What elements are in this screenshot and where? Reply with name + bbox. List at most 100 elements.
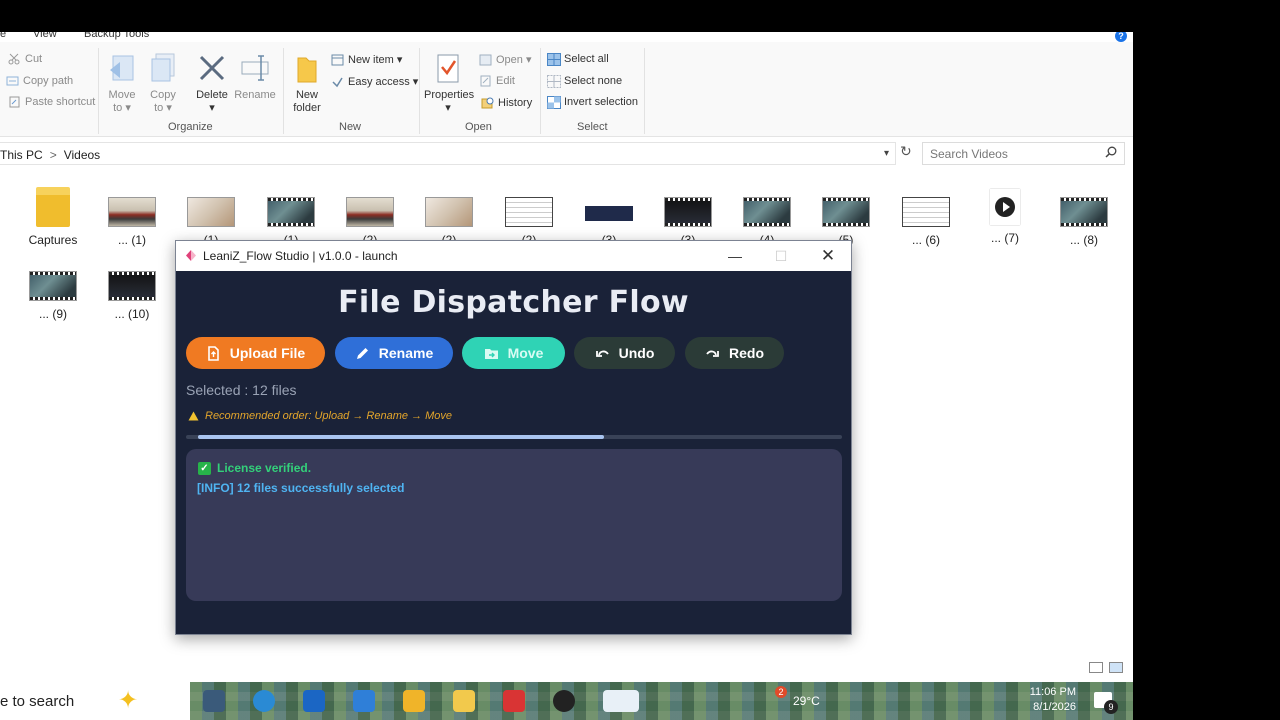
copy-to-button[interactable]: Copy to ▾ xyxy=(145,52,181,115)
notification-icon[interactable]: 9 xyxy=(1094,692,1118,714)
new-folder-button[interactable]: New folder xyxy=(289,52,325,115)
desktop: e View Backup Tools ? Cut Copy path Past… xyxy=(0,0,1280,720)
video-file-item[interactable]: ... (10) xyxy=(97,271,167,321)
history-icon xyxy=(481,97,494,109)
file-label: ... (9) xyxy=(38,307,67,321)
app-icon[interactable] xyxy=(503,690,525,712)
folder-item[interactable]: Captures xyxy=(18,187,88,247)
video-file-item[interactable]: ... (7) xyxy=(970,189,1040,245)
selected-count: Selected : 12 files xyxy=(186,382,297,398)
paste-shortcut-icon xyxy=(8,96,21,108)
upload-file-button[interactable]: Upload File xyxy=(186,337,325,369)
ribbon-divider xyxy=(540,48,541,134)
select-none-label: Select none xyxy=(564,75,623,87)
taskbar-search-text: e to search xyxy=(0,693,75,710)
store-icon[interactable] xyxy=(403,690,425,712)
select-all-icon xyxy=(547,53,561,66)
file-label: ... (10) xyxy=(114,307,150,321)
details-view-icon[interactable] xyxy=(1089,662,1103,673)
refresh-icon[interactable]: ↻ xyxy=(900,143,912,160)
redo-button[interactable]: Redo xyxy=(685,337,784,369)
easy-access-label: Easy access ▾ xyxy=(348,76,419,88)
new-item-button[interactable]: New item ▾ xyxy=(331,53,402,66)
video-thumbnail-icon xyxy=(187,197,235,227)
help-icon[interactable]: ? xyxy=(1115,32,1127,42)
large-icons-view-icon[interactable] xyxy=(1109,662,1123,673)
recommended-order-hint: Recommended order: Upload → Rename → Mov… xyxy=(188,410,452,422)
copy-path-button[interactable]: Copy path xyxy=(6,75,73,87)
open-group-label: Open xyxy=(465,121,492,133)
paste-shortcut-button[interactable]: Paste shortcut xyxy=(8,96,95,108)
properties-button[interactable]: Properties ▾ xyxy=(424,52,474,115)
log-panel: ✓ License verified. [INFO] 12 files succ… xyxy=(186,449,842,601)
video-file-item[interactable]: ... (6) xyxy=(891,197,961,247)
rename-label: Rename xyxy=(378,345,434,361)
select-none-icon xyxy=(547,75,561,88)
app-titlebar[interactable]: LeaniZ_Flow Studio | v1.0.0 - launch — ☐… xyxy=(176,241,851,271)
undo-button[interactable]: Undo xyxy=(574,337,675,369)
paste-shortcut-label: Paste shortcut xyxy=(25,96,96,108)
vscode-icon[interactable] xyxy=(353,690,375,712)
delete-label: Delete ▾ xyxy=(196,89,228,114)
notification-count: 9 xyxy=(1104,700,1118,714)
menu-tab-backup-tools[interactable]: Backup Tools xyxy=(84,32,149,40)
file-explorer-icon[interactable] xyxy=(453,690,475,712)
undo-label: Undo xyxy=(618,345,655,361)
delete-button[interactable]: Delete ▾ xyxy=(194,52,230,115)
video-file-item[interactable]: ... (9) xyxy=(18,271,88,321)
rename-button[interactable]: Rename xyxy=(335,337,453,369)
address-field[interactable]: This PC > Videos ▾ xyxy=(0,142,896,165)
log-line-license: ✓ License verified. xyxy=(198,461,311,475)
clock-date: 8/1/2026 xyxy=(1033,701,1076,713)
select-all-button[interactable]: Select all xyxy=(547,53,609,66)
move-button[interactable]: Move xyxy=(462,337,565,369)
video-thumbnail-icon xyxy=(743,197,791,227)
new-folder-icon xyxy=(291,52,323,86)
app-logo-icon xyxy=(186,250,196,261)
obs-icon[interactable] xyxy=(553,690,575,712)
rename-ribbon-button[interactable]: Rename xyxy=(233,52,277,102)
select-none-button[interactable]: Select none xyxy=(547,75,623,88)
pencil-icon xyxy=(356,347,368,359)
history-label: History xyxy=(498,97,533,109)
taskbar-search[interactable]: e to search ✦ xyxy=(0,682,190,720)
history-button[interactable]: History xyxy=(481,97,532,109)
video-thumbnail-icon xyxy=(664,197,712,227)
breadcrumb-videos[interactable]: Videos xyxy=(64,148,100,162)
search-input[interactable]: Search Videos xyxy=(922,142,1125,165)
delete-x-icon xyxy=(196,52,228,86)
video-thumbnail-icon xyxy=(1060,197,1108,227)
invert-selection-button[interactable]: Invert selection xyxy=(547,96,638,109)
menu-tab-view[interactable]: View xyxy=(33,32,57,40)
log-license-text: License verified. xyxy=(217,461,312,475)
redo-label: Redo xyxy=(729,345,764,361)
ribbon-divider xyxy=(644,48,645,134)
cut-button[interactable]: Cut xyxy=(8,53,42,65)
breadcrumb-this-pc[interactable]: This PC xyxy=(0,148,43,162)
easy-access-button[interactable]: Easy access ▾ xyxy=(331,75,418,88)
video-file-item[interactable]: ... (8) xyxy=(1049,197,1119,247)
file-label: ... (1) xyxy=(117,233,146,247)
edit-button[interactable]: Edit xyxy=(479,75,515,87)
video-thumbnail-icon xyxy=(346,197,394,227)
outlook-icon[interactable] xyxy=(303,690,325,712)
move-to-button[interactable]: Move to ▾ xyxy=(104,52,140,115)
invert-selection-label: Invert selection xyxy=(564,96,638,108)
select-group-label: Select xyxy=(577,121,608,133)
weather-temp[interactable]: 29°C xyxy=(793,694,820,708)
video-file-item[interactable]: ... (1) xyxy=(97,197,167,247)
menu-tab-home[interactable]: e xyxy=(0,32,6,40)
task-view-icon[interactable] xyxy=(203,690,225,712)
minimize-button[interactable]: — xyxy=(720,245,750,267)
close-button[interactable]: ✕ xyxy=(813,245,843,267)
leaniz-taskbar-icon[interactable] xyxy=(603,690,639,712)
chevron-down-icon[interactable]: ▾ xyxy=(884,148,889,159)
maximize-button[interactable]: ☐ xyxy=(766,245,796,267)
rename-ribbon-label: Rename xyxy=(234,89,276,101)
open-button[interactable]: Open ▾ xyxy=(479,53,532,66)
new-folder-label: New folder xyxy=(293,89,321,114)
edit-icon xyxy=(479,75,492,87)
file-label: ... (6) xyxy=(911,233,940,247)
clock[interactable]: 11:06 PM 8/1/2026 xyxy=(1020,685,1076,715)
edge-icon[interactable] xyxy=(253,690,275,712)
